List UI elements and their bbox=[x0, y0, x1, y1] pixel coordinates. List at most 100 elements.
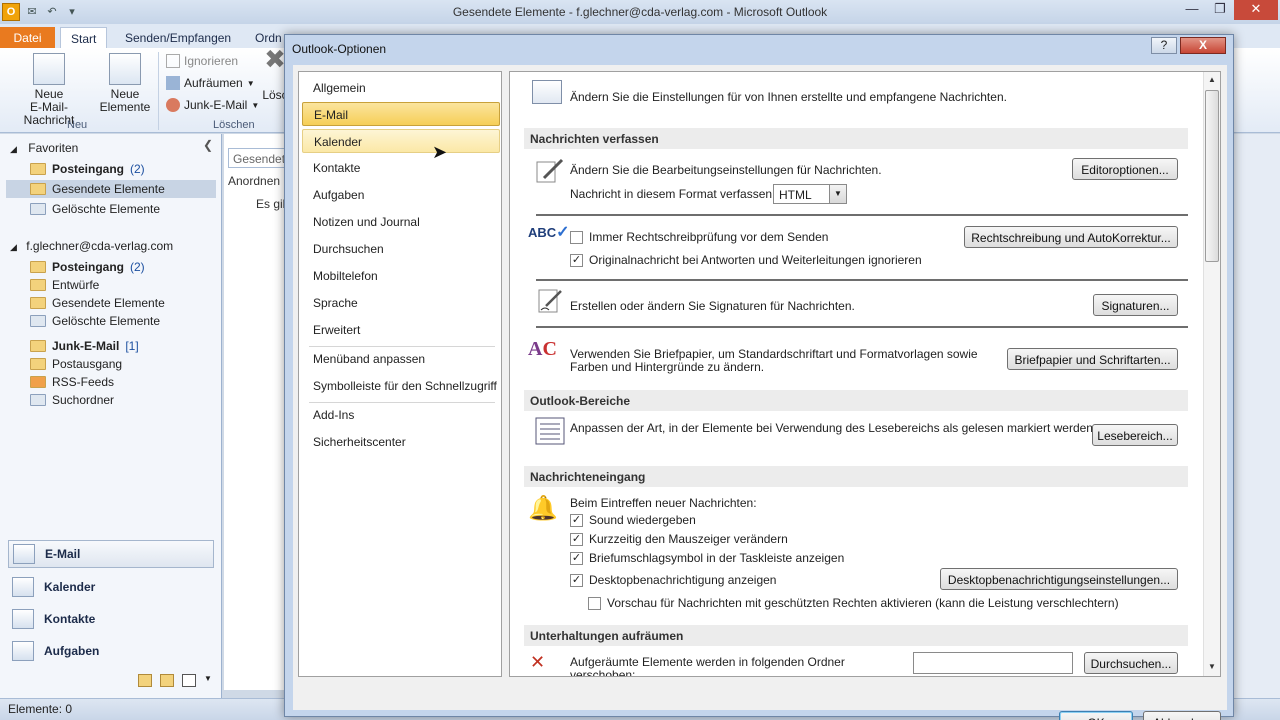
format-select[interactable]: HTML ▼ bbox=[773, 184, 847, 204]
category-aufgaben[interactable]: Aufgaben bbox=[302, 183, 500, 207]
folder-geloeschte-fav[interactable]: Gelöschte Elemente bbox=[30, 200, 160, 218]
account-header[interactable]: ◢ f.glechner@cda-verlag.com bbox=[10, 239, 173, 253]
signatures-button[interactable]: Signaturen... bbox=[1093, 294, 1178, 316]
section-outlook-bereiche: Outlook-Bereiche bbox=[524, 390, 1188, 411]
folder-entwuerfe[interactable]: Entwürfe bbox=[30, 276, 99, 294]
arrange-by-header[interactable]: Anordnen bbox=[228, 174, 280, 188]
folder-suchordner[interactable]: Suchordner bbox=[30, 391, 114, 409]
cleanup-icon bbox=[166, 76, 180, 90]
stationery-text: Verwenden Sie Briefpapier, um Standardsc… bbox=[570, 347, 978, 374]
folder-posteingang-fav[interactable]: Posteingang (2) bbox=[30, 160, 145, 178]
stationery-fonts-button[interactable]: Briefpapier und Schriftarten... bbox=[1007, 348, 1178, 370]
category-erweitert[interactable]: Erweitert bbox=[302, 318, 500, 342]
folder-geloeschte[interactable]: Gelöschte Elemente bbox=[30, 312, 160, 330]
cancel-button[interactable]: Abbrechen bbox=[1143, 711, 1221, 720]
cleanup-folder-text: Aufgeräumte Elemente werden in folgenden… bbox=[570, 655, 845, 677]
scroll-up-icon[interactable]: ▲ bbox=[1208, 75, 1216, 84]
mini-nav-icons: ▼ bbox=[138, 674, 218, 687]
dialog-title: Outlook-Optionen bbox=[292, 42, 387, 56]
category-kalender[interactable]: Kalender bbox=[302, 129, 500, 153]
junk-icon bbox=[166, 98, 180, 112]
preview-rights-checkbox[interactable] bbox=[588, 597, 601, 610]
drafts-folder-icon bbox=[30, 279, 46, 291]
cleanup-button[interactable]: Aufräumen ▼ bbox=[166, 76, 255, 90]
nav-button-label: Kontakte bbox=[44, 612, 96, 626]
scroll-down-icon[interactable]: ▼ bbox=[1208, 662, 1216, 671]
chevron-down-icon: ▼ bbox=[829, 185, 846, 203]
tab-senden-empfangen[interactable]: Senden/Empfangen bbox=[115, 27, 241, 48]
category-email[interactable]: E-Mail bbox=[302, 102, 500, 126]
maximize-icon[interactable]: ❐ bbox=[1206, 0, 1234, 20]
nav-button-kontakte[interactable]: Kontakte bbox=[8, 605, 214, 633]
reading-pane-edge bbox=[1232, 134, 1280, 698]
category-sprache[interactable]: Sprache bbox=[302, 291, 500, 315]
editor-options-button[interactable]: Editoroptionen... bbox=[1072, 158, 1178, 180]
category-addins[interactable]: Add-Ins bbox=[302, 403, 500, 427]
mouse-pointer-checkbox[interactable]: ✓ bbox=[570, 533, 583, 546]
nav-button-aufgaben[interactable]: Aufgaben bbox=[8, 637, 214, 665]
group-loeschen-label: Löschen bbox=[213, 119, 255, 131]
preview-rights-label: Vorschau für Nachrichten mit geschützten… bbox=[607, 596, 1119, 610]
category-mobiltelefon[interactable]: Mobiltelefon bbox=[302, 264, 500, 288]
minimize-icon[interactable]: — bbox=[1178, 0, 1206, 20]
notes-icon[interactable] bbox=[138, 674, 152, 687]
category-kontakte[interactable]: Kontakte bbox=[302, 156, 500, 180]
favorites-header[interactable]: ◢ Favoriten bbox=[10, 141, 78, 155]
dialog-body: Allgemein E-Mail Kalender Kontakte Aufga… bbox=[293, 65, 1227, 720]
configure-buttons-icon[interactable]: ▼ bbox=[204, 674, 218, 687]
category-allgemein[interactable]: Allgemein bbox=[302, 76, 500, 100]
shortcuts-icon[interactable] bbox=[182, 674, 196, 687]
category-sicherheitscenter[interactable]: Sicherheitscenter bbox=[302, 430, 500, 454]
cleanup-folder-input[interactable] bbox=[913, 652, 1073, 674]
format-label: Nachricht in diesem Format verfassen: bbox=[570, 187, 776, 201]
section-divider bbox=[536, 326, 1188, 328]
folder-gesendete-fav[interactable]: Gesendete Elemente bbox=[30, 180, 165, 198]
ok-button[interactable]: OK bbox=[1059, 711, 1133, 720]
folder-label: Postausgang bbox=[52, 357, 123, 371]
reading-pane-button[interactable]: Lesebereich... bbox=[1092, 424, 1178, 446]
desktop-alert-checkbox[interactable]: ✓ bbox=[570, 574, 583, 587]
spelling-abc-icon: ABC✓ bbox=[528, 224, 570, 241]
nav-button-email[interactable]: E-Mail bbox=[8, 540, 214, 568]
new-items-button[interactable]: Neue Elemente bbox=[96, 53, 154, 114]
folder-posteingang[interactable]: Posteingang (2) bbox=[30, 258, 145, 276]
spelling-autocorrect-button[interactable]: Rechtschreibung und AutoKorrektur... bbox=[964, 226, 1178, 248]
collapse-triangle-icon: ◢ bbox=[10, 144, 17, 154]
new-email-button[interactable]: Neue E-Mail-Nachricht bbox=[6, 53, 92, 127]
spell-check-checkbox[interactable] bbox=[570, 231, 583, 244]
close-window-icon[interactable]: ✕ bbox=[1234, 0, 1278, 20]
category-schnellzugriff[interactable]: Symbolleiste für den Schnellzugriff bbox=[302, 374, 500, 398]
desktop-alert-settings-button[interactable]: Desktopbenachrichtigungseinstellungen... bbox=[940, 568, 1178, 590]
category-notizen[interactable]: Notizen und Journal bbox=[302, 210, 500, 234]
tab-datei[interactable]: Datei bbox=[0, 27, 55, 48]
search-input[interactable]: Gesendete bbox=[228, 148, 288, 168]
folder-gesendete[interactable]: Gesendete Elemente bbox=[30, 294, 165, 312]
dialog-close-icon[interactable]: X bbox=[1180, 37, 1226, 54]
browse-button[interactable]: Durchsuchen... bbox=[1084, 652, 1178, 674]
nav-button-kalender[interactable]: Kalender bbox=[8, 573, 214, 601]
account-label: f.glechner@cda-verlag.com bbox=[26, 239, 174, 253]
section-unterhaltungen-aufraeumen: Unterhaltungen aufräumen bbox=[524, 625, 1188, 646]
section-nachrichten-verfassen: Nachrichten verfassen bbox=[524, 128, 1188, 149]
tab-start[interactable]: Start bbox=[60, 27, 108, 48]
category-menueband[interactable]: Menüband anpassen bbox=[302, 347, 500, 371]
folder-rss[interactable]: RSS-Feeds bbox=[30, 373, 114, 391]
category-durchsuchen[interactable]: Durchsuchen bbox=[302, 237, 500, 261]
help-icon[interactable]: ? bbox=[1151, 37, 1177, 54]
folder-junk[interactable]: Junk-E-Mail [1] bbox=[30, 337, 139, 355]
ignore-button[interactable]: Ignorieren bbox=[166, 54, 238, 68]
sound-checkbox[interactable]: ✓ bbox=[570, 514, 583, 527]
scroll-thumb[interactable] bbox=[1205, 90, 1219, 262]
folder-postausgang[interactable]: Postausgang bbox=[30, 355, 122, 373]
sound-label: Sound wiedergeben bbox=[589, 513, 696, 527]
junk-button[interactable]: Junk-E-Mail ▼ bbox=[166, 98, 259, 112]
mouse-pointer-icon: ➤ bbox=[432, 142, 448, 162]
collapse-pane-icon[interactable]: ❮ bbox=[203, 138, 213, 152]
envelope-checkbox[interactable]: ✓ bbox=[570, 552, 583, 565]
new-items-icon bbox=[109, 53, 141, 85]
options-scrollbar[interactable]: ▲ ▼ bbox=[1203, 72, 1220, 676]
ignore-original-checkbox[interactable]: ✓ bbox=[570, 254, 583, 267]
folder-list-icon[interactable] bbox=[160, 674, 174, 687]
section-nachrichteneingang: Nachrichteneingang bbox=[524, 466, 1188, 487]
message-list: Gesendete Anordnen Es gib bbox=[224, 134, 288, 690]
